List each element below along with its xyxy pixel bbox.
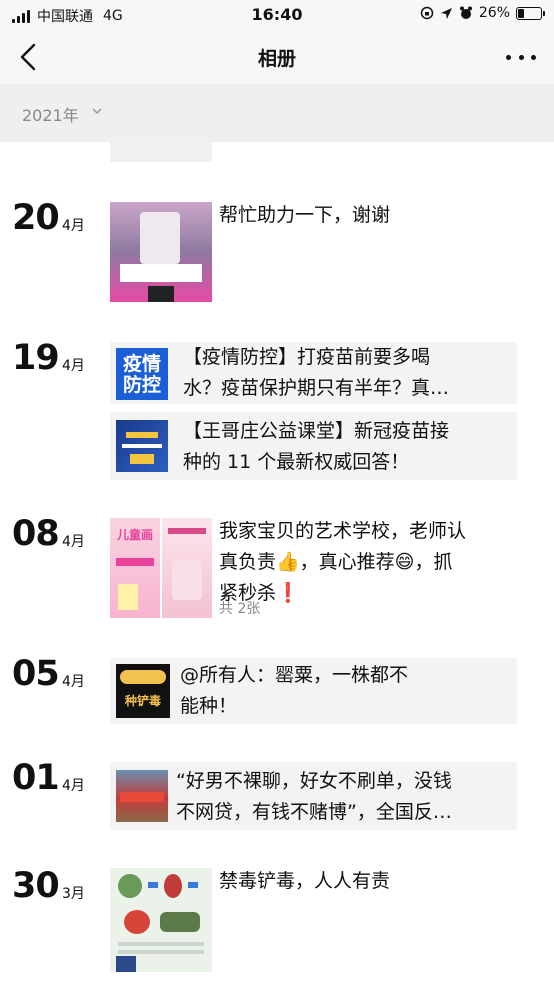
page-title: 相册 (257, 48, 296, 70)
post-text[interactable]: 我家宝贝的艺术学校，老师认 (219, 516, 466, 547)
entry-month: 4月 (62, 534, 85, 550)
article-title: 【王哥庄公益课堂】新冠疫苗接 (183, 420, 450, 442)
post-thumbnail[interactable] (110, 868, 212, 972)
entry-month: 4月 (62, 674, 85, 690)
entry-month: 4月 (62, 218, 85, 234)
post-text[interactable]: 真负责👍，真心推荐😄，抓 (219, 547, 452, 578)
article-thumbnail (116, 770, 168, 822)
chevron-down-icon[interactable] (92, 106, 102, 116)
article-title: “好男不裸聊，好女不刷单，没钱 (176, 770, 452, 792)
year-filter[interactable]: 2021年 (22, 102, 79, 126)
year-filter-bar[interactable]: 2021年 (0, 84, 554, 142)
status-bar: 中国联通 4G 16:40 26% (0, 0, 554, 30)
article-title: 不网贷，有钱不赌博”，全国反… (176, 801, 452, 823)
post-thumbnail[interactable] (110, 202, 212, 302)
thumbnail-label: 儿童画 (116, 528, 153, 542)
entry-day: 08 (12, 514, 60, 554)
entry-day: 05 (12, 654, 60, 694)
alarm-icon (459, 6, 472, 19)
shared-article-card[interactable]: 【王哥庄公益课堂】新冠疫苗接 种的 11 个最新权威回答！ (110, 412, 517, 480)
post-text[interactable]: 帮忙助力一下，谢谢 (219, 200, 390, 231)
article-title: @所有人：罂粟，一株都不 (180, 664, 409, 686)
article-thumbnail: 种铲毒 (116, 664, 170, 718)
entry-day: 30 (12, 866, 60, 906)
shared-article-card[interactable]: 疫情 防控 【疫情防控】打疫苗前要多喝 水？疫苗保护期只有半年？真… (110, 342, 517, 404)
thumbnail-label: 种铲毒 (124, 694, 161, 708)
post-thumbnail[interactable]: 儿童画 (110, 518, 160, 618)
article-title: 种的 11 个最新权威回答！ (183, 451, 410, 473)
entry-day: 19 (12, 338, 60, 378)
image-count: 共 2张 (219, 601, 261, 617)
nav-bar: 相册 (0, 30, 554, 84)
shared-article-card[interactable]: “好男不裸聊，好女不刷单，没钱 不网贷，有钱不赌博”，全国反… (110, 762, 517, 830)
battery-icon (516, 6, 545, 20)
status-indicators: 26% (420, 5, 545, 21)
thumbnail-label: 疫情 (122, 353, 161, 375)
thumbnail-label: 防控 (122, 374, 161, 396)
entry-month: 4月 (62, 778, 85, 794)
article-title: 【疫情防控】打疫苗前要多喝 (183, 346, 431, 368)
rotation-lock-icon (420, 6, 434, 20)
post-text[interactable]: 禁毒铲毒，人人有责 (219, 866, 390, 897)
article-thumbnail (116, 420, 168, 472)
partial-post-thumbnail[interactable] (110, 142, 212, 162)
battery-percent: 26% (478, 5, 510, 21)
shared-article-card[interactable]: 种铲毒 @所有人：罂粟，一株都不 能种！ (110, 658, 517, 724)
entry-month: 4月 (62, 358, 85, 374)
entry-day: 20 (12, 198, 60, 238)
article-title: 能种！ (180, 695, 238, 717)
article-thumbnail: 疫情 防控 (116, 348, 168, 400)
entry-day: 01 (12, 758, 60, 798)
article-title: 水？疫苗保护期只有半年？真… (183, 377, 450, 399)
post-thumbnail[interactable] (162, 518, 212, 618)
location-icon (440, 7, 452, 19)
more-icon[interactable] (506, 44, 536, 70)
entry-month: 3月 (62, 886, 85, 902)
